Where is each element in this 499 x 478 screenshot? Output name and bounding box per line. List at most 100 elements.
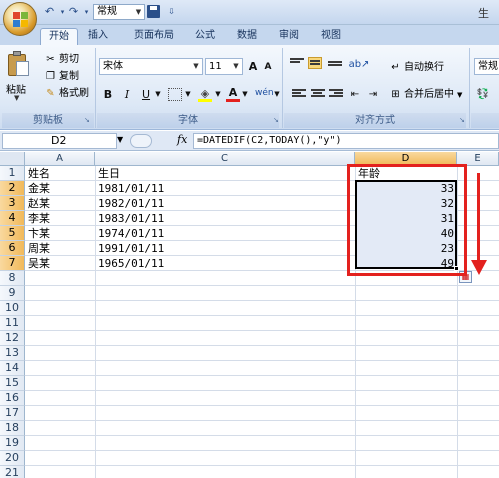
format-painter-button[interactable]: ✎ 格式刷 [44,86,89,101]
number-format-combo[interactable]: 常规 [474,58,499,75]
wrap-text-button[interactable]: ↵ 自动换行 [389,60,444,75]
font-color-button[interactable]: A [226,84,240,102]
bold-button[interactable]: B [101,86,115,103]
redo-dropdown-icon[interactable]: ▾ [79,5,94,19]
align-right-icon[interactable] [329,89,343,101]
currency-icon[interactable]: 💱 [476,86,490,103]
cell-birthday[interactable]: 1981/01/11 [96,181,355,196]
tab-data[interactable]: 数据 [230,28,264,45]
row-header[interactable]: 15 [0,376,25,391]
row-header[interactable]: 16 [0,391,25,406]
cell-birthday[interactable]: 1982/01/11 [96,196,355,211]
paste-icon[interactable] [8,51,30,77]
align-bottom-icon[interactable] [328,61,342,73]
row-header[interactable]: 10 [0,301,25,316]
decrease-indent-icon[interactable]: ⇤ [348,86,362,103]
row-gridline [25,420,499,421]
row-header[interactable]: 14 [0,361,25,376]
cell-birthday[interactable]: 1974/01/11 [96,226,355,241]
underline-button[interactable]: U [139,86,153,103]
column-header-c[interactable]: C [95,152,355,166]
fill-dropdown-icon[interactable]: ▼ [214,86,222,103]
align-middle-icon[interactable] [308,57,322,69]
row-header[interactable]: 3 [0,196,25,211]
font-launcher-icon[interactable]: ↘ [273,116,281,124]
row-header[interactable]: 19 [0,436,25,451]
insert-function-button[interactable]: fx [177,133,187,146]
tab-home[interactable]: 开始 [40,28,78,45]
copy-button[interactable]: ❐ 复制 [44,69,79,84]
cell-name[interactable]: 周某 [26,241,95,256]
row-header[interactable]: 7 [0,256,25,271]
cell-a1[interactable]: 姓名 [26,166,95,181]
row-header[interactable]: 13 [0,346,25,361]
cell-name[interactable]: 吴某 [26,256,95,271]
number-group-label [471,113,499,128]
font-size-combo[interactable]: 11 ▼ [205,58,243,75]
cell-name[interactable]: 金某 [26,181,95,196]
align-left-icon[interactable] [292,89,306,101]
tab-formulas[interactable]: 公式 [188,28,222,45]
fill-color-icon[interactable]: ◈ [198,85,212,102]
row-gridline [25,375,499,376]
row-header[interactable]: 18 [0,421,25,436]
align-top-icon[interactable] [290,58,304,70]
column-header-a[interactable]: A [25,152,95,166]
paste-dropdown-icon[interactable]: ▼ [14,94,19,102]
row-header[interactable]: 12 [0,331,25,346]
phonetic-dropdown-icon[interactable]: ▼ [273,86,281,103]
borders-dropdown-icon[interactable]: ▼ [184,86,192,103]
increase-indent-icon[interactable]: ⇥ [366,86,380,103]
formula-expand-handle[interactable] [130,134,152,148]
cell-birthday[interactable]: 1991/01/11 [96,241,355,256]
row-header[interactable]: 4 [0,211,25,226]
cut-button[interactable]: ✂ 剪切 [44,52,79,67]
phonetic-button[interactable]: wén [255,85,274,102]
row-header[interactable]: 6 [0,241,25,256]
shrink-font-button[interactable]: A [262,59,274,76]
row-header[interactable]: 5 [0,226,25,241]
font-name-combo[interactable]: 宋体 ▼ [99,58,203,75]
cell-name[interactable]: 卞某 [26,226,95,241]
row-header[interactable]: 1 [0,166,25,181]
tab-insert[interactable]: 插入 [82,28,114,45]
tab-view[interactable]: 视图 [314,28,348,45]
row-header[interactable]: 8 [0,271,25,286]
italic-button[interactable]: I [120,86,134,103]
merge-center-button[interactable]: ⊞ 合并后居中 ▼ [389,87,462,102]
clipboard-launcher-icon[interactable]: ↘ [84,116,92,124]
worksheet-grid[interactable]: A C D E 1 2 3 4 5 6 7 8 9 10 11 12 13 14 15 16 17 18 19 20 2… [0,152,499,478]
align-center-icon[interactable] [311,89,325,101]
orientation-icon[interactable]: ab↗ [348,56,370,73]
row-header[interactable]: 17 [0,406,25,421]
tab-page-layout[interactable]: 页面布局 [124,28,184,45]
borders-icon[interactable] [168,88,182,101]
row-header[interactable]: 11 [0,316,25,331]
row-header[interactable]: 21 [0,466,25,478]
customize-qat-icon[interactable]: ⇩ [164,5,179,19]
row-header[interactable]: 9 [0,286,25,301]
cell-birthday[interactable]: 1965/01/11 [96,256,355,271]
cell-name[interactable]: 赵某 [26,196,95,211]
cell-birthday[interactable]: 1983/01/11 [96,211,355,226]
underline-dropdown-icon[interactable]: ▼ [154,86,162,103]
format-painter-label: 格式刷 [59,88,89,99]
name-box[interactable]: D2 [2,133,117,149]
grow-font-button[interactable]: A [246,58,260,75]
row-header[interactable]: 2 [0,181,25,196]
quick-font-arrow-icon[interactable]: ▼ [132,4,145,20]
cell-c1[interactable]: 生日 [96,166,355,181]
office-button[interactable] [3,2,37,36]
tab-review[interactable]: 审阅 [272,28,306,45]
alignment-launcher-icon[interactable]: ↘ [459,116,467,124]
row-header[interactable]: 20 [0,451,25,466]
font-color-label: A [228,86,238,99]
font-color-dropdown-icon[interactable]: ▼ [241,86,249,103]
group-divider [282,48,283,128]
cell-name[interactable]: 李某 [26,211,95,226]
row-gridline [25,315,499,316]
formula-input[interactable]: =DATEDIF(C2,TODAY(),"y") [193,133,499,149]
select-all-button[interactable] [0,152,25,166]
save-icon[interactable] [147,5,160,18]
name-box-arrow-icon[interactable]: ▼ [117,135,123,144]
